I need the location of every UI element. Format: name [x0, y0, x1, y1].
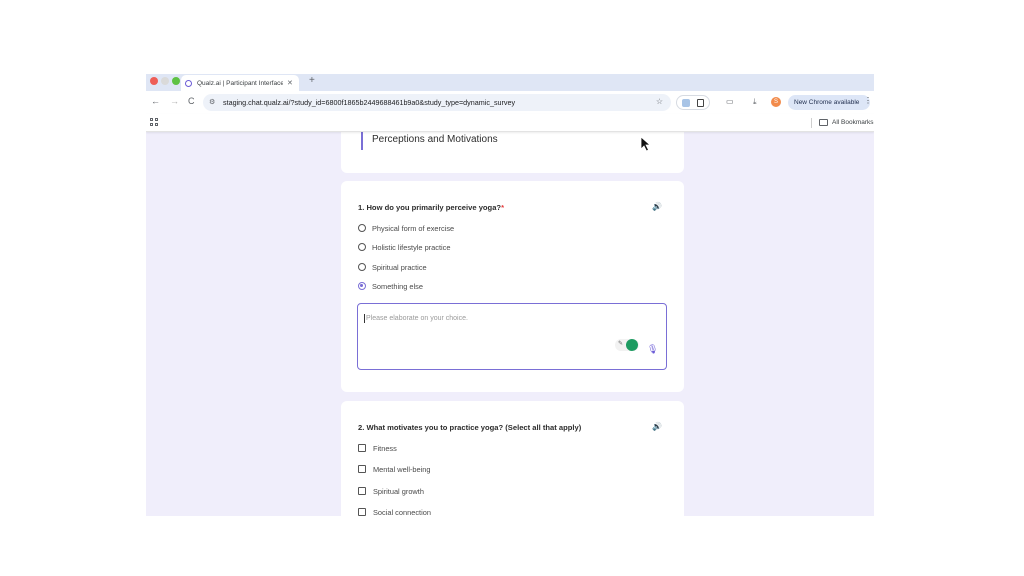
- option-label: Physical form of exercise: [372, 223, 455, 233]
- checkbox[interactable]: [358, 465, 366, 473]
- option-label: Mental well-being: [373, 464, 431, 474]
- browser-menu-icon[interactable]: ⋮: [864, 96, 872, 105]
- radio-option-spiritual[interactable]: Spiritual practice: [358, 262, 427, 272]
- qualz-favicon-icon: [185, 79, 192, 87]
- radio-option-holistic[interactable]: Holistic lifestyle practice: [358, 242, 450, 252]
- tab-title: Qualz.ai | Participant Interface: [197, 79, 283, 87]
- textarea-placeholder: Please elaborate on your choice.: [366, 315, 468, 322]
- new-chrome-available-button[interactable]: New Chrome available: [788, 95, 870, 110]
- section-title: Perceptions and Motivations: [361, 132, 498, 150]
- radio-button[interactable]: [358, 263, 366, 271]
- text-caret: [364, 314, 365, 323]
- checkbox-option-spiritual[interactable]: Spiritual growth: [358, 486, 424, 496]
- radio-button[interactable]: [358, 243, 366, 251]
- option-label: Social connection: [373, 507, 431, 517]
- radio-option-something-else[interactable]: Something else: [358, 281, 423, 291]
- folder-icon: [819, 119, 828, 126]
- bookmarks-bar: All Bookmarks: [146, 114, 874, 132]
- forward-button[interactable]: →: [170, 96, 179, 106]
- checkbox[interactable]: [358, 487, 366, 495]
- bookmarks-divider: [811, 118, 812, 128]
- address-bar[interactable]: ⚙ staging.chat.qualz.ai/?study_id=6800f1…: [203, 94, 671, 111]
- all-bookmarks-link[interactable]: All Bookmarks: [832, 119, 874, 126]
- required-marker: *: [501, 203, 505, 212]
- url-text: staging.chat.qualz.ai/?study_id=6800f186…: [223, 98, 516, 107]
- reading-list-icon[interactable]: ▭: [726, 97, 734, 106]
- pen-icon: ✎: [618, 341, 624, 347]
- grammarly-badge-icon[interactable]: [626, 339, 638, 351]
- microphone-icon[interactable]: 🎙: [647, 344, 658, 355]
- checkbox[interactable]: [358, 444, 366, 452]
- survey-page: Perceptions and Motivations 1. How do yo…: [146, 132, 874, 516]
- speaker-icon[interactable]: 🔊: [652, 422, 662, 431]
- site-info-icon[interactable]: ⚙: [209, 98, 215, 106]
- bookmark-star-icon[interactable]: ☆: [656, 97, 663, 106]
- maximize-window-button[interactable]: [172, 77, 180, 85]
- option-label: Fitness: [373, 443, 397, 453]
- question-1-text: 1. How do you primarily perceive yoga?: [358, 203, 502, 212]
- download-icon[interactable]: ⤓: [753, 97, 757, 107]
- minimize-window-button[interactable]: [161, 77, 169, 85]
- new-tab-button[interactable]: +: [309, 75, 315, 86]
- back-button[interactable]: ←: [151, 96, 160, 106]
- browser-window: Qualz.ai | Participant Interface ✕ + ← →…: [146, 74, 874, 516]
- avatar[interactable]: S: [771, 97, 781, 107]
- elaborate-textarea[interactable]: Please elaborate on your choice. ✎ 🎙: [357, 303, 667, 370]
- speaker-icon[interactable]: 🔊: [652, 202, 662, 211]
- radio-button-selected[interactable]: [358, 282, 366, 290]
- option-label: Something else: [372, 281, 423, 291]
- option-label: Spiritual practice: [372, 262, 427, 272]
- option-label: Holistic lifestyle practice: [372, 242, 451, 252]
- checkbox-option-fitness[interactable]: Fitness: [358, 443, 397, 453]
- question-1-title: 1. How do you primarily perceive yoga?*: [358, 203, 504, 212]
- browser-tab[interactable]: Qualz.ai | Participant Interface ✕: [181, 75, 299, 91]
- grammarly-icon[interactable]: ✎: [615, 339, 639, 351]
- tab-close-icon[interactable]: ✕: [287, 79, 293, 87]
- radio-button[interactable]: [358, 224, 366, 232]
- question-card-2: 2. What motivates you to practice yoga? …: [341, 401, 684, 516]
- checkbox-option-social[interactable]: Social connection: [358, 507, 431, 516]
- extensions-pill[interactable]: [676, 95, 710, 110]
- radio-option-physical[interactable]: Physical form of exercise: [358, 223, 454, 233]
- mouse-pointer-icon: [640, 136, 651, 152]
- extension-icon[interactable]: [682, 99, 690, 107]
- close-window-button[interactable]: [150, 77, 158, 85]
- question-card-1: 1. How do you primarily perceive yoga?* …: [341, 181, 684, 392]
- question-2-title: 2. What motivates you to practice yoga? …: [358, 423, 582, 432]
- browser-toolbar: ← → C ⚙ staging.chat.qualz.ai/?study_id=…: [146, 91, 874, 114]
- apps-grid-icon[interactable]: [150, 118, 158, 126]
- checkbox-option-mental[interactable]: Mental well-being: [358, 464, 431, 474]
- tab-strip: Qualz.ai | Participant Interface ✕ +: [146, 74, 874, 91]
- option-label: Spiritual growth: [373, 486, 424, 496]
- reload-button[interactable]: C: [188, 96, 195, 106]
- puzzle-icon[interactable]: [697, 99, 704, 107]
- checkbox[interactable]: [358, 508, 366, 516]
- section-header-card: Perceptions and Motivations: [341, 132, 684, 173]
